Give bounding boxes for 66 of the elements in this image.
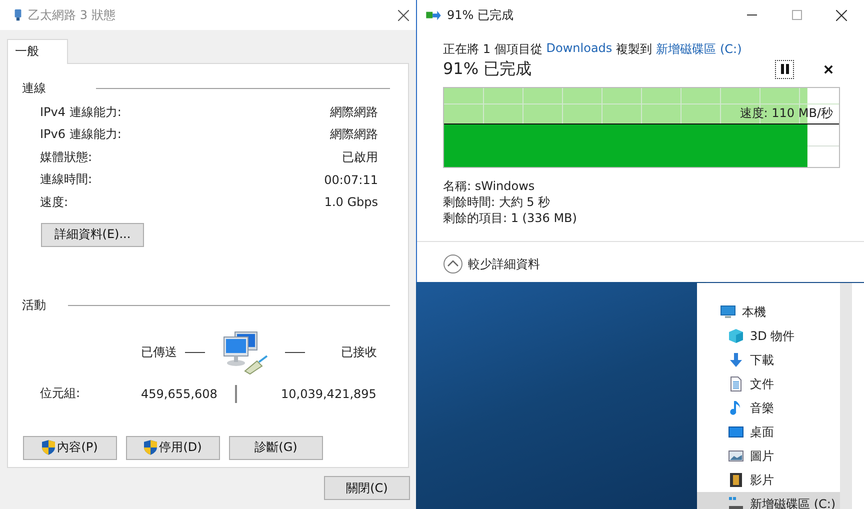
folder-link[interactable]: Downloads: [546, 41, 612, 58]
field-label: 媒體狀態:: [40, 148, 92, 166]
document-icon: [728, 376, 744, 392]
tab[interactable]: 一般: [7, 39, 68, 64]
action-button[interactable]: 內容(P): [23, 436, 117, 460]
down-arrow-icon: [728, 352, 744, 368]
nav-item[interactable]: 桌面: [697, 420, 840, 444]
ethernet-plug-icon: [14, 8, 22, 22]
copy-progress-icon: [426, 10, 441, 20]
picture-icon: [728, 448, 744, 464]
monitor-icon: [720, 304, 736, 320]
drive-icon: [728, 496, 744, 509]
field-value: 00:07:11: [324, 172, 378, 187]
pause-button[interactable]: [775, 60, 794, 78]
nav-item[interactable]: 3D 物件: [697, 324, 840, 348]
nav-item[interactable]: 下載: [697, 348, 840, 372]
progress-heading: 91% 已完成: [443, 58, 533, 80]
action-button[interactable]: 停用(D): [126, 436, 220, 460]
close-icon: [824, 64, 833, 74]
nav-item[interactable]: 影片: [697, 468, 840, 492]
network-computers-icon: [221, 330, 269, 374]
detail-text: 剩餘時間: 大約 5 秒: [443, 194, 552, 210]
received-label: 已接收: [341, 344, 377, 361]
section-heading: 活動: [22, 296, 46, 314]
field-label: 連線時間:: [40, 171, 92, 188]
close-button[interactable]: 關閉(C): [324, 476, 410, 500]
close-icon: [398, 10, 409, 20]
section-heading: 連線: [22, 80, 46, 97]
action-button[interactable]: 診斷(G): [229, 436, 323, 460]
sent-label: 已傳送: [141, 344, 177, 361]
field-value: 1.0 Gbps: [324, 195, 378, 210]
bytes-label: 位元組:: [40, 385, 82, 402]
field-value: 網際網路: [330, 104, 378, 121]
window-title: 91% 已完成: [447, 6, 514, 24]
description-text: 正在將 1 個項目從: [443, 41, 542, 58]
cancel-button[interactable]: [824, 64, 833, 74]
folder-link[interactable]: 新增磁碟區 (C:): [656, 41, 742, 58]
description-text: 複製到: [616, 41, 652, 58]
maximize-icon: [792, 10, 802, 20]
field-value: 已啟用: [342, 148, 378, 166]
nav-item[interactable]: 本機: [697, 300, 840, 324]
chevron-up-icon: [443, 254, 463, 274]
speed-label: 速度: 110 MB/秒: [740, 106, 833, 120]
nav-item[interactable]: 圖片: [697, 444, 840, 468]
detail-text: 名稱: sWindows: [443, 178, 536, 194]
nav-item[interactable]: 新增磁碟區 (C:): [697, 492, 840, 509]
nav-item[interactable]: 文件: [697, 372, 840, 396]
pause-icon: [780, 64, 788, 74]
scrollbar[interactable]: [840, 283, 852, 509]
nav-item[interactable]: 音樂: [697, 396, 840, 420]
fewer-details-toggle[interactable]: 較少詳細資料: [443, 254, 540, 274]
window-title: 乙太網路 3 狀態: [28, 6, 116, 24]
details-button[interactable]: 詳細資料(E)...: [41, 222, 144, 246]
shield-icon: [144, 440, 158, 455]
sent-bytes: 459,655,608: [141, 386, 218, 400]
film-icon: [728, 472, 744, 488]
field-label: IPv4 連線能力:: [40, 104, 122, 121]
field-label: 速度:: [40, 194, 68, 211]
cube-icon: [728, 328, 744, 344]
desktop-icon: [728, 424, 744, 440]
field-value: 網際網路: [330, 126, 378, 144]
received-bytes: 10,039,421,895: [281, 386, 376, 400]
field-label: IPv6 連線能力:: [40, 126, 122, 144]
shield-icon: [42, 440, 56, 455]
close-icon: [836, 10, 847, 20]
detail-text: 剩餘的項目: 1 (336 MB): [443, 210, 578, 226]
